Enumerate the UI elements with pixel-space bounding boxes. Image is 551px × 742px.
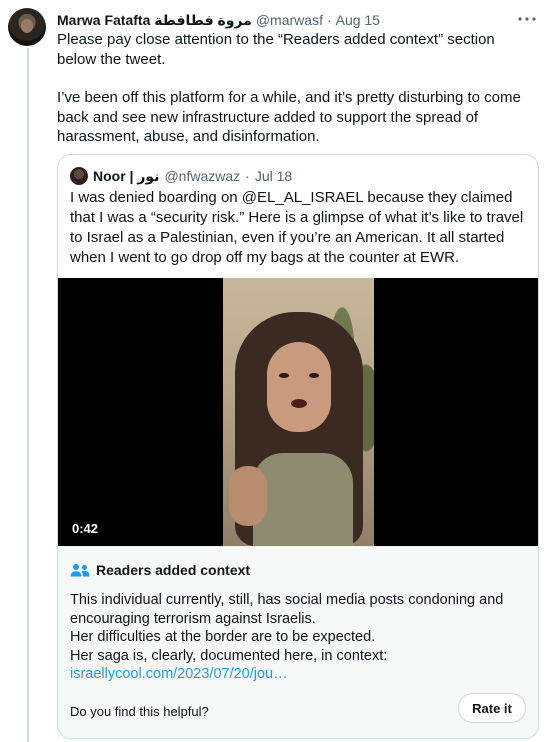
quoted-author-handle: @nfwazwaz	[164, 168, 241, 184]
context-note-title-text: Readers added context	[96, 562, 251, 578]
author-name[interactable]: Marwa Fatafta مروة فطافطة	[57, 12, 252, 29]
video-duration: 0:42	[72, 521, 99, 536]
separator-dot: ·	[245, 168, 250, 184]
context-note-line: This individual currently, still, has so…	[70, 592, 504, 627]
context-note-body: This individual currently, still, has so…	[70, 591, 526, 684]
post-text-paragraph: I’ve been off this platform for a while,…	[57, 89, 521, 145]
quoted-author-name: Noor | نور	[93, 167, 160, 184]
context-note-line: Her difficulties at the border are to be…	[70, 629, 376, 645]
helpful-question: Do you find this helpful?	[70, 704, 209, 719]
separator-dot: ·	[326, 12, 332, 28]
quoted-author-avatar	[70, 167, 88, 185]
author-handle[interactable]: @marwasf	[256, 12, 323, 28]
context-note-link[interactable]: israellycool.com/2023/07/20/jou…	[70, 665, 526, 684]
video-player[interactable]: 0:42	[58, 278, 538, 546]
author-avatar[interactable]	[8, 8, 46, 46]
post-header: Marwa Fatafta مروة فطافطة @marwasf · Aug…	[57, 10, 511, 30]
thread-connector-line	[27, 48, 29, 742]
rate-it-button[interactable]: Rate it	[458, 693, 526, 723]
quoted-post-text: I was denied boarding on @EL_AL_ISRAEL b…	[70, 189, 524, 266]
video-thumbnail	[223, 278, 374, 546]
more-icon[interactable]	[517, 10, 537, 28]
quoted-post-header: Noor | نور @nfwazwaz · Jul 18	[70, 166, 292, 186]
post-text: Please pay close attention to the “Reade…	[57, 30, 527, 147]
quoted-post-date: Jul 18	[254, 168, 293, 184]
context-note-title: Readers added context	[70, 562, 250, 578]
readers-context-note: Readers added context This individual cu…	[58, 546, 538, 738]
post-text-paragraph: Please pay close attention to the “Reade…	[57, 31, 495, 68]
context-note-line: Her saga is, clearly, documented here, i…	[70, 647, 388, 664]
quoted-post-card[interactable]: Noor | نور @nfwazwaz · Jul 18 I was deni…	[57, 154, 539, 739]
post-date[interactable]: Aug 15	[336, 12, 380, 28]
people-icon	[70, 563, 90, 577]
